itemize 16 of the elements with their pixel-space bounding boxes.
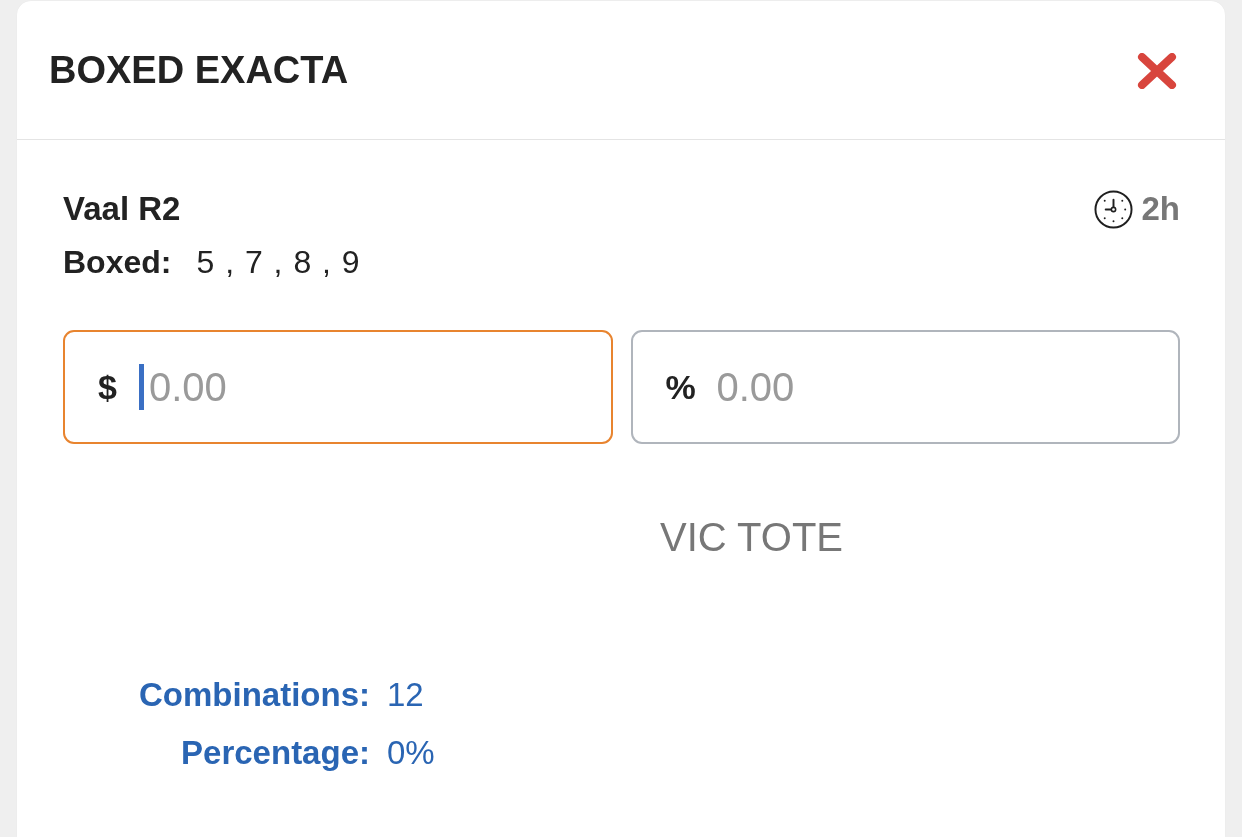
boxed-runners: 5 , 7 , 8 , 9 — [196, 243, 361, 282]
text-cursor-icon — [139, 364, 144, 410]
time-to-start: 2h — [1141, 189, 1180, 229]
close-button[interactable] — [1137, 53, 1177, 89]
summary-value: 0% — [387, 733, 435, 773]
close-icon — [1137, 53, 1177, 89]
field-prefix: $ — [98, 367, 117, 407]
field-prefix: % — [665, 367, 696, 407]
boxed-label: Boxed: — [63, 243, 172, 282]
summary-value: 12 — [387, 675, 425, 715]
summary-label: Percentage: — [180, 733, 370, 773]
tote-label: VIC TOTE — [660, 515, 843, 559]
summary-label: Combinations: — [139, 675, 370, 715]
race-name: Vaal R2 — [63, 189, 181, 229]
clock-icon — [1094, 189, 1134, 229]
dialog-title: BOXED EXACTA — [49, 48, 349, 92]
